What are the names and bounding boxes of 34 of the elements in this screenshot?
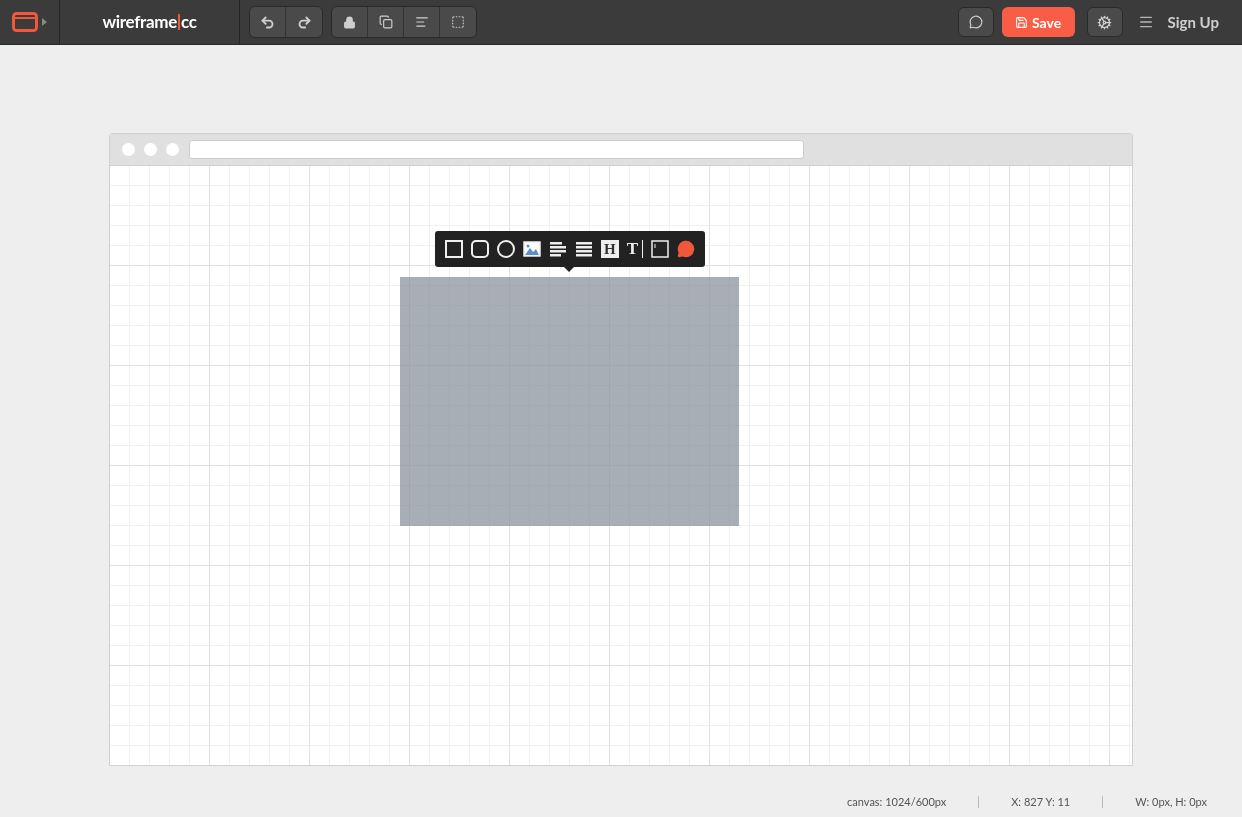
align-left-icon (414, 15, 429, 29)
sign-up-link[interactable]: Sign Up (1167, 10, 1219, 34)
status-text: canvas: 1024/600px (847, 794, 947, 810)
heading-tool[interactable]: H (600, 240, 619, 258)
align-button[interactable] (404, 7, 440, 37)
settings-button[interactable] (1086, 7, 1123, 37)
input-icon[interactable] (651, 240, 670, 258)
paragraph-icon[interactable] (548, 241, 567, 257)
rounded-square-icon[interactable] (470, 240, 489, 258)
gear-icon (1097, 14, 1113, 30)
speech-bubble-icon (968, 15, 983, 29)
lock-button[interactable] (332, 7, 368, 37)
status-text: W: 0px, H: 0px (1135, 794, 1207, 810)
list-icon[interactable] (574, 241, 593, 257)
dashed-square-icon (451, 15, 465, 29)
duplicate-icon (378, 15, 393, 29)
comment-icon[interactable] (677, 240, 696, 258)
undo-icon (260, 14, 275, 30)
status-text: X: 827 Y: 11 (1011, 794, 1071, 810)
redo-icon (296, 14, 312, 30)
comment-button[interactable] (957, 7, 994, 37)
menu-icon[interactable] (1137, 14, 1154, 30)
logo: wireframe cc (102, 10, 197, 35)
text-tool[interactable]: T (626, 240, 644, 258)
image-icon[interactable] (522, 241, 541, 257)
square-icon[interactable] (444, 240, 463, 258)
circle-icon[interactable] (496, 240, 515, 258)
save-icon (1014, 15, 1028, 29)
lock-icon (343, 15, 356, 29)
window-icon[interactable] (12, 12, 38, 32)
redo-button[interactable] (286, 7, 322, 37)
undo-button[interactable] (250, 7, 286, 37)
duplicate-button[interactable] (368, 7, 404, 37)
caret-icon[interactable] (42, 18, 47, 26)
